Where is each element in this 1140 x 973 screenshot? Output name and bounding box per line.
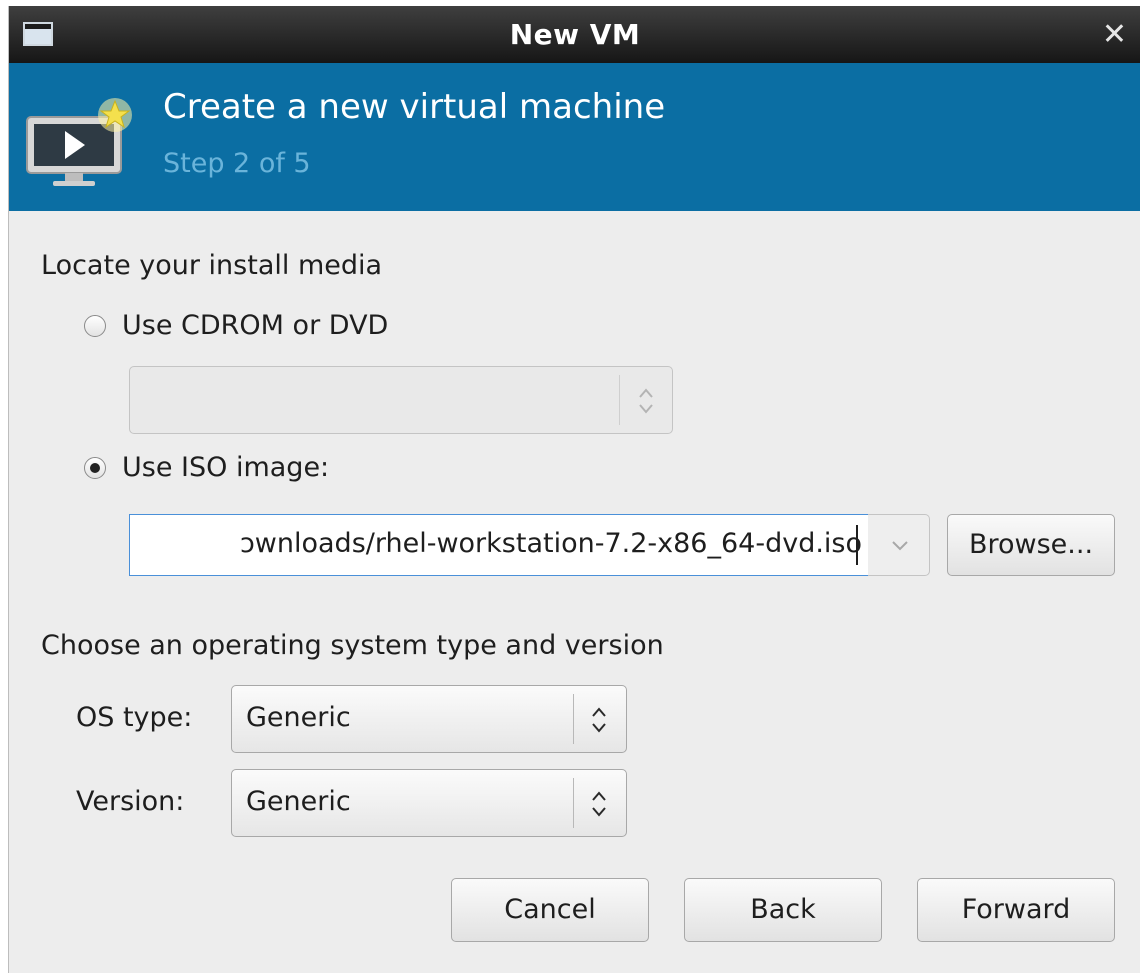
iso-path-value: ɔwnloads/rhel-workstation-7.2-x86_64-dvd…: [239, 528, 862, 559]
os-type-label: OS type:: [76, 702, 193, 733]
version-value: Generic: [246, 786, 351, 817]
iso-radio[interactable]: [84, 456, 106, 479]
wizard-step: Step 2 of 5: [163, 148, 311, 179]
new-vm-dialog: New VM ✕ Create a new virtual machine St…: [8, 6, 1140, 973]
install-media-heading: Locate your install media: [41, 250, 383, 281]
up-down-arrows-icon: [592, 791, 606, 817]
forward-button[interactable]: Forward: [917, 878, 1115, 942]
window-title: New VM: [509, 18, 641, 51]
version-select[interactable]: Generic: [231, 769, 627, 837]
wizard-header: Create a new virtual machine Step 2 of 5: [9, 63, 1140, 211]
up-down-arrows-icon: [592, 707, 606, 733]
cdrom-option[interactable]: Use CDROM or DVD: [84, 310, 388, 341]
iso-option[interactable]: Use ISO image:: [84, 452, 329, 483]
cdrom-label: Use CDROM or DVD: [122, 310, 389, 341]
os-type-select[interactable]: Generic: [231, 685, 627, 753]
version-label: Version:: [76, 786, 185, 817]
text-cursor: [856, 525, 858, 565]
iso-label: Use ISO image:: [122, 452, 330, 483]
os-heading: Choose an operating system type and vers…: [41, 630, 664, 661]
cancel-button[interactable]: Cancel: [451, 878, 649, 942]
cdrom-device-select: [129, 366, 673, 434]
back-button[interactable]: Back: [684, 878, 882, 942]
browse-button[interactable]: Browse...: [947, 514, 1115, 576]
iso-path-input[interactable]: ɔwnloads/rhel-workstation-7.2-x86_64-dvd…: [129, 514, 869, 576]
cdrom-radio[interactable]: [84, 314, 106, 337]
wizard-title: Create a new virtual machine: [163, 87, 666, 127]
chevron-down-icon: [892, 541, 908, 551]
close-icon[interactable]: ✕: [1102, 17, 1127, 52]
os-type-value: Generic: [246, 702, 351, 733]
iso-history-dropdown[interactable]: [868, 514, 930, 576]
title-bar[interactable]: New VM ✕: [9, 6, 1140, 63]
up-down-arrows-icon: [639, 388, 653, 414]
virtual-machine-icon: [26, 98, 132, 186]
